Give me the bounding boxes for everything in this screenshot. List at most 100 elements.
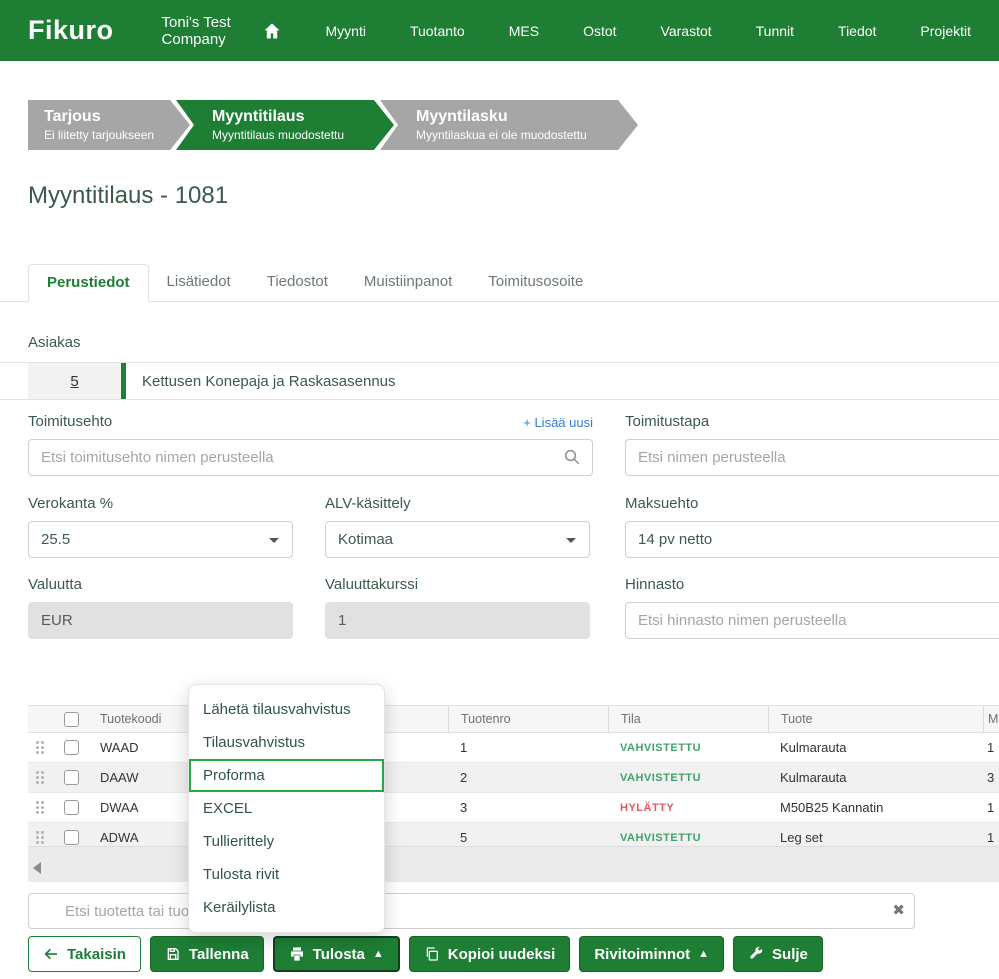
- status-badge: VAHVISTETTU: [620, 771, 702, 784]
- menu-item-tulosta-rivit[interactable]: Tulosta rivit: [189, 858, 384, 891]
- company-name: Toni's Test Company: [161, 13, 231, 48]
- tab-tiedostot[interactable]: Tiedostot: [249, 264, 346, 301]
- alv-select[interactable]: Kotimaa: [325, 521, 590, 558]
- nav-item-tiedot[interactable]: Tiedot: [838, 23, 876, 39]
- status-badge: HYLÄTTY: [620, 801, 675, 814]
- caret-up-icon: ▲: [698, 947, 710, 960]
- menu-item-tilausvahvistus[interactable]: Tilausvahvistus: [189, 726, 384, 759]
- status-badge: VAHVISTETTU: [620, 831, 702, 844]
- step-myyntitilaus[interactable]: Myyntitilaus Myyntitilaus muodostettu: [176, 100, 394, 150]
- row-checkbox[interactable]: [63, 740, 79, 755]
- step-myyntilasku[interactable]: Myyntilasku Myyntilaskua ei ole muodoste…: [380, 100, 638, 150]
- copy-button[interactable]: Kopioi uudeksi: [408, 936, 571, 972]
- toimitusehto-label: Toimitusehto: [28, 413, 113, 430]
- nav-item-tunnit[interactable]: Tunnit: [756, 23, 794, 39]
- maksuehto-select[interactable]: 14 pv netto: [625, 521, 999, 558]
- customer-row: 5 Kettusen Konepaja ja Raskasasennus: [0, 362, 999, 400]
- clear-icon[interactable]: ✖: [892, 901, 905, 919]
- header-maara[interactable]: Määrä: [983, 706, 999, 732]
- nav-item-tuotanto[interactable]: Tuotanto: [410, 23, 465, 39]
- row-checkbox[interactable]: [63, 830, 79, 845]
- table-header-row: Tuotekoodi Tuotenro Tila Tuote Määrä: [28, 705, 999, 733]
- tab-muistiinpanot[interactable]: Muistiinpanot: [346, 264, 470, 301]
- customer-label: Asiakas: [28, 334, 81, 351]
- verokanta-select[interactable]: 25.5: [28, 521, 293, 558]
- search-icon: [563, 448, 581, 466]
- step-title: Myyntitilaus: [212, 108, 305, 125]
- toimitustapa-label: Toimitustapa: [625, 413, 710, 430]
- cell-tuote: M50B25 Kannatin: [780, 800, 884, 815]
- alv-label: ALV-käsittely: [325, 495, 411, 512]
- toimitusehto-input[interactable]: [28, 439, 593, 476]
- row-checkbox[interactable]: [63, 800, 79, 815]
- nav-item-myynti[interactable]: Myynti: [326, 23, 366, 39]
- main-nav: Myynti Tuotanto MES Ostot Varastot Tunni…: [262, 21, 971, 41]
- table-row[interactable]: DAAW 2 VAHVISTETTU Kulmarauta 3: [28, 763, 999, 793]
- field-hinnasto: Hinnasto: [625, 573, 999, 639]
- nav-item-mes[interactable]: MES: [509, 23, 539, 39]
- select-all-checkbox[interactable]: [63, 711, 79, 727]
- menu-item-keraiilylista[interactable]: Keräilylista: [189, 891, 384, 924]
- product-search: ✖: [28, 893, 915, 929]
- cell-tuotenro: 1: [460, 740, 468, 755]
- drag-handle-icon[interactable]: [28, 763, 54, 792]
- menu-item-excel[interactable]: EXCEL: [189, 792, 384, 825]
- drag-handle-icon[interactable]: [28, 733, 54, 762]
- tab-perustiedot[interactable]: Perustiedot: [28, 264, 149, 302]
- copy-icon: [426, 947, 438, 961]
- back-button[interactable]: Takaisin: [28, 936, 141, 972]
- maksuehto-label: Maksuehto: [625, 495, 699, 512]
- hinnasto-label: Hinnasto: [625, 576, 685, 593]
- add-new-link[interactable]: + Lisää uusi: [523, 415, 593, 430]
- field-toimitustapa: Toimitustapa: [625, 410, 999, 476]
- table-row[interactable]: WAAD 1 VAHVISTETTU Kulmarauta 1: [28, 733, 999, 763]
- footer-actions: Takaisin Tallenna Tulosta ▲ Kopioi uudek…: [28, 936, 823, 972]
- tab-bar: Perustiedot Lisätiedot Tiedostot Muistii…: [0, 264, 999, 302]
- menu-item-laheta-tilausvahvistus[interactable]: Lähetä tilausvahvistus: [189, 693, 384, 726]
- field-alv: ALV-käsittely Kotimaa: [325, 492, 590, 558]
- nav-item-projektit[interactable]: Projektit: [920, 23, 971, 39]
- menu-item-proforma[interactable]: Proforma: [189, 759, 384, 792]
- product-search-input[interactable]: [28, 893, 915, 929]
- row-actions-button[interactable]: Rivitoiminnot ▲: [579, 936, 725, 972]
- hinnasto-input[interactable]: [625, 602, 999, 639]
- print-menu: Lähetä tilausvahvistus Tilausvahvistus P…: [188, 684, 385, 933]
- scroll-left-icon[interactable]: [33, 862, 41, 874]
- tab-toimitusosoite[interactable]: Toimitusosoite: [470, 264, 601, 301]
- page-title: Myyntitilaus - 1081: [28, 182, 229, 209]
- field-valuuttakurssi: Valuuttakurssi: [325, 573, 590, 639]
- drag-handle-icon[interactable]: [28, 793, 54, 822]
- top-bar: Fikuro Toni's Test Company Myynti Tuotan…: [0, 0, 999, 61]
- cell-maara: 1: [987, 800, 995, 815]
- app-logo[interactable]: Fikuro: [28, 15, 114, 46]
- process-steps: Tarjous Ei liitetty tarjoukseen Myyntiti…: [28, 100, 638, 150]
- print-button[interactable]: Tulosta ▲: [272, 936, 400, 972]
- field-maksuehto: Maksuehto 14 pv netto: [625, 492, 999, 558]
- step-subtitle: Myyntilaskua ei ole muodostettu: [416, 128, 587, 142]
- home-icon[interactable]: [262, 21, 282, 41]
- header-tuotenro[interactable]: Tuotenro: [448, 706, 608, 732]
- valuutta-label: Valuutta: [28, 576, 82, 593]
- field-verokanta: Verokanta % 25.5: [28, 492, 293, 558]
- cell-tuotenro: 3: [460, 800, 468, 815]
- arrow-left-icon: [44, 948, 57, 960]
- toimitustapa-input[interactable]: [625, 439, 999, 476]
- step-subtitle: Ei liitetty tarjoukseen: [44, 128, 155, 142]
- tab-lisatiedot[interactable]: Lisätiedot: [149, 264, 249, 301]
- close-button[interactable]: Sulje: [733, 936, 823, 972]
- nav-item-ostot[interactable]: Ostot: [583, 23, 616, 39]
- chevron-down-icon: [269, 538, 279, 543]
- valuutta-input: [28, 602, 293, 639]
- customer-number-link[interactable]: 5: [28, 363, 121, 399]
- menu-item-tullierittely[interactable]: Tullierittely: [189, 825, 384, 858]
- valuuttakurssi-input: [325, 602, 590, 639]
- row-checkbox[interactable]: [63, 770, 79, 785]
- table-row[interactable]: DWAA 3 HYLÄTTY M50B25 Kannatin 1: [28, 793, 999, 823]
- caret-up-icon: ▲: [372, 947, 384, 960]
- header-tuote[interactable]: Tuote: [768, 706, 983, 732]
- nav-item-varastot[interactable]: Varastot: [661, 23, 712, 39]
- header-tila[interactable]: Tila: [608, 706, 768, 732]
- save-button[interactable]: Tallenna: [149, 936, 264, 972]
- step-tarjous[interactable]: Tarjous Ei liitetty tarjoukseen: [28, 100, 190, 150]
- horizontal-scrollbar[interactable]: [28, 846, 999, 882]
